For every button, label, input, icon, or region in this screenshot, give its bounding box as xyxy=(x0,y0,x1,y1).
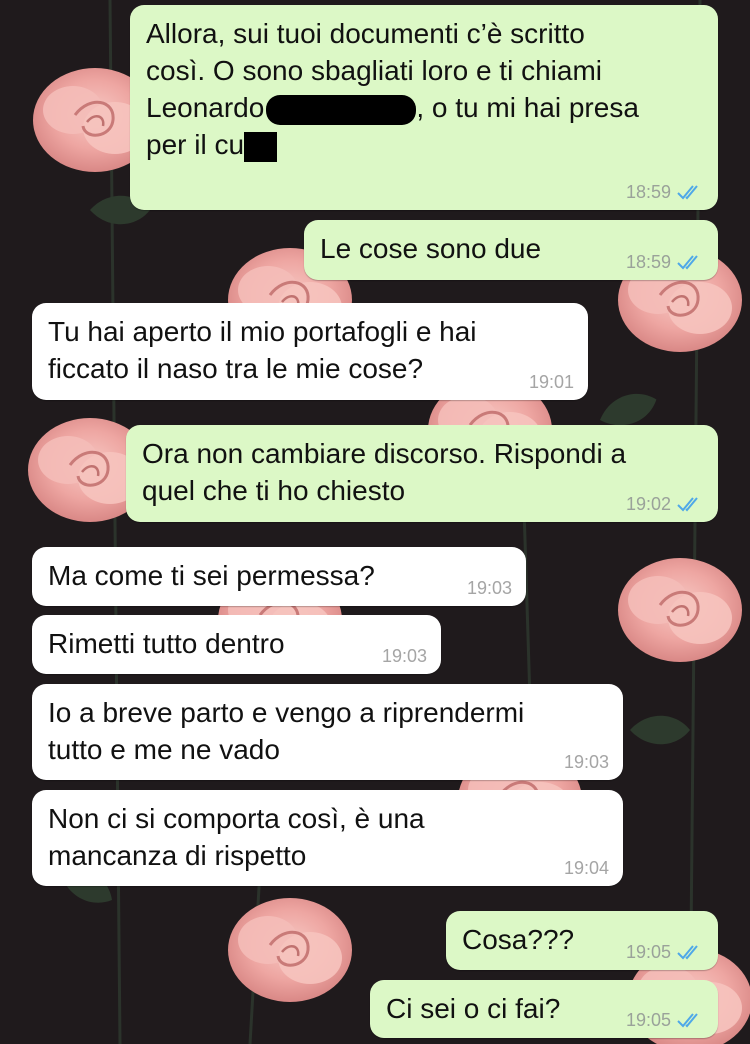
double-check-icon xyxy=(677,497,698,512)
message-time: 19:05 xyxy=(625,1010,671,1030)
message-bubble-outgoing[interactable]: Ci sei o ci fai? 19:05 xyxy=(370,980,718,1038)
message-bubble-outgoing[interactable]: Le cose sono due 18:59 xyxy=(304,220,718,280)
message-meta: 19:03 xyxy=(564,752,609,772)
message-meta: 18:59 xyxy=(626,182,704,202)
message-meta: 19:02 xyxy=(626,494,704,514)
message-time: 19:05 xyxy=(625,942,671,962)
message-bubble-outgoing[interactable]: Cosa??? 19:05 xyxy=(446,911,718,970)
message-text: Ora non cambiare discorso. Rispondi a qu… xyxy=(142,438,627,506)
message-bubble-incoming[interactable]: Ma come ti sei permessa? 19:03 xyxy=(32,547,526,606)
message-time: 19:01 xyxy=(528,372,574,392)
double-check-icon xyxy=(677,255,698,270)
message-time: 19:03 xyxy=(381,646,427,666)
message-time: 19:02 xyxy=(625,494,671,514)
message-bubble-outgoing[interactable]: Allora, sui tuoi documenti c’è scritto c… xyxy=(130,5,718,210)
message-meta: 19:03 xyxy=(382,646,427,666)
message-text: Rimetti tutto dentro xyxy=(48,628,285,659)
message-meta: 19:03 xyxy=(467,578,512,598)
message-time: 18:59 xyxy=(625,252,671,272)
message-time: 19:04 xyxy=(563,858,609,878)
message-time: 18:59 xyxy=(625,182,671,202)
message-meta: 19:05 xyxy=(626,942,704,962)
message-bubble-incoming[interactable]: Non ci si comporta così, è una mancanza … xyxy=(32,790,623,886)
message-bubble-incoming[interactable]: Io a breve parto e vengo a riprendermi t… xyxy=(32,684,623,780)
double-check-icon xyxy=(677,1013,698,1028)
message-text: Tu hai aperto il mio portafogli e hai fi… xyxy=(48,316,477,384)
message-text: Io a breve parto e vengo a riprendermi t… xyxy=(48,697,525,765)
redaction-block xyxy=(266,94,417,125)
message-text: Allora, sui tuoi documenti c’è scritto c… xyxy=(146,18,639,162)
message-meta: 19:04 xyxy=(564,858,609,878)
double-check-icon xyxy=(677,945,698,960)
message-time: 19:03 xyxy=(563,752,609,772)
message-meta: 19:01 xyxy=(529,372,574,392)
double-check-icon xyxy=(677,185,698,200)
message-text: Ma come ti sei permessa? xyxy=(48,560,375,591)
redaction-block xyxy=(244,131,278,162)
message-time: 19:03 xyxy=(466,578,512,598)
message-bubble-incoming[interactable]: Tu hai aperto il mio portafogli e hai fi… xyxy=(32,303,588,400)
message-text: Non ci si comporta così, è una mancanza … xyxy=(48,803,425,871)
message-meta: 18:59 xyxy=(626,252,704,272)
message-bubble-incoming[interactable]: Rimetti tutto dentro 19:03 xyxy=(32,615,441,674)
message-meta: 19:05 xyxy=(626,1010,704,1030)
message-bubble-outgoing[interactable]: Ora non cambiare discorso. Rispondi a qu… xyxy=(126,425,718,522)
